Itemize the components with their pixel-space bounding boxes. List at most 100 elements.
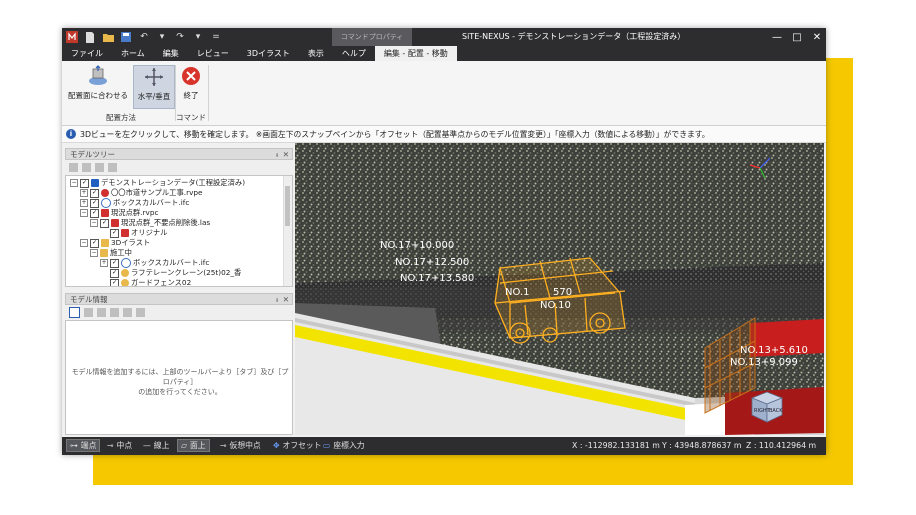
- tree-sort-icon[interactable]: [95, 163, 104, 172]
- new-file-icon[interactable]: [84, 31, 96, 43]
- fit-surface-button[interactable]: 配置面に合わせる: [68, 65, 128, 107]
- tree-checkbox[interactable]: ✓: [110, 268, 119, 278]
- tree-row[interactable]: + ✓ 〇〇市道サンプル工事.rvpe: [80, 188, 203, 198]
- fit-surface-icon: [89, 65, 107, 85]
- tree-row[interactable]: ✓ オリジナル: [110, 228, 167, 238]
- tree-row[interactable]: − ✓ 3Dイラスト: [80, 238, 150, 248]
- folder-icon: [100, 249, 108, 257]
- pin-icon[interactable]: ᵼ: [276, 295, 278, 304]
- horizontal-vertical-button[interactable]: 水平/垂直: [133, 65, 175, 109]
- cube-icon: [121, 229, 129, 237]
- collapse-icon[interactable]: −: [80, 239, 88, 247]
- tree-checkbox[interactable]: ✓: [80, 178, 89, 188]
- tab-file[interactable]: ファイル: [62, 46, 112, 61]
- tree-row[interactable]: − 施工中: [90, 248, 132, 258]
- midpoint-icon: ⊸: [107, 441, 114, 450]
- pin-icon[interactable]: ᵼ: [276, 150, 278, 159]
- snap-midpoint[interactable]: ⊸ 中点: [104, 439, 135, 452]
- pane-close-icon[interactable]: ✕: [283, 150, 289, 159]
- station-label: NO.10: [540, 300, 571, 311]
- tree-delete-icon[interactable]: [82, 163, 91, 172]
- tree-item-label: ガードフェンス02: [131, 278, 192, 287]
- snap-onsurface[interactable]: ▱ 面上: [177, 439, 210, 452]
- undo-dropdown-icon[interactable]: ▾: [156, 31, 168, 43]
- tree-row[interactable]: − ✓ デモンストレーションデータ(工程設定済み): [70, 178, 245, 188]
- model-info-pane: モデル情報を追加するには、上部のツールバーより［タブ］及び［プロパティ］ の追加…: [65, 320, 293, 435]
- exit-button[interactable]: 終了: [178, 65, 204, 107]
- add-tab-icon[interactable]: [69, 307, 80, 318]
- tree-folder-icon[interactable]: [69, 163, 78, 172]
- tab-edit[interactable]: 編集: [154, 46, 188, 61]
- model-info-title: モデル情報: [70, 295, 108, 304]
- open-folder-icon[interactable]: [102, 31, 114, 43]
- undo-icon[interactable]: ↶: [138, 31, 150, 43]
- delete-property-icon[interactable]: [136, 308, 145, 317]
- tree-row[interactable]: ✓ ラフテレーンクレーン(25t)02_香: [110, 268, 241, 278]
- minimize-icon[interactable]: —: [772, 32, 782, 43]
- tree-item-label: ラフテレーンクレーン(25t)02_香: [131, 268, 242, 277]
- tree-row[interactable]: − ✓ 現況点群_不要点削除後.las: [90, 218, 210, 228]
- snap-online[interactable]: — 線上: [140, 439, 172, 452]
- tree-row[interactable]: + ✓ ボックスカルバート.ifc: [100, 258, 209, 268]
- tree-checkbox[interactable]: ✓: [90, 208, 99, 218]
- model-icon: [121, 269, 129, 277]
- app-window: ↶ ▾ ↷ ▾ = コマンドプロパティ SiTE-NEXUS - デモンストレー…: [62, 28, 826, 455]
- tab-home[interactable]: ホーム: [112, 46, 154, 61]
- tab-view[interactable]: 表示: [299, 46, 333, 61]
- save-icon[interactable]: [120, 31, 132, 43]
- tab-help[interactable]: ヘルプ: [333, 46, 375, 61]
- tab-review[interactable]: レビュー: [188, 46, 238, 61]
- pane-close-icon[interactable]: ✕: [283, 295, 289, 304]
- tree-checkbox[interactable]: ✓: [90, 198, 99, 208]
- snap-virtual-midpoint[interactable]: ⊸ 仮想中点: [217, 439, 264, 452]
- edit-property-icon[interactable]: [123, 308, 132, 317]
- close-icon[interactable]: ✕: [812, 32, 822, 43]
- edit-tab-icon[interactable]: [84, 308, 93, 317]
- tree-checkbox[interactable]: ✓: [100, 218, 109, 228]
- maximize-icon[interactable]: □: [792, 32, 802, 43]
- tree-item-label: 施工中: [110, 248, 132, 257]
- exit-icon: [182, 67, 200, 85]
- tree-row[interactable]: + ✓ ボックスカルバート.ifc: [80, 198, 189, 208]
- tree-item-label: オリジナル: [131, 228, 168, 237]
- tree-checkbox[interactable]: ✓: [90, 238, 99, 248]
- coord-y: Y : 43948.878637 m: [662, 441, 742, 450]
- snap-endpoint[interactable]: ⊶ 端点: [66, 439, 101, 452]
- nav-cube[interactable]: RIGHT BACK: [748, 388, 786, 426]
- expand-icon[interactable]: +: [100, 259, 108, 267]
- nav-cube-back-label: BACK: [769, 408, 783, 414]
- expand-icon[interactable]: +: [80, 199, 88, 207]
- tree-checkbox[interactable]: ✓: [110, 278, 119, 286]
- tree-checkbox[interactable]: ✓: [110, 258, 119, 268]
- app-logo-icon[interactable]: [66, 31, 78, 43]
- customize-qat-icon[interactable]: =: [210, 31, 222, 43]
- model-tree-title: モデルツリー: [70, 150, 115, 159]
- snap-coordinate-input[interactable]: ▭ 座標入力: [320, 439, 368, 452]
- expand-icon[interactable]: +: [80, 189, 88, 197]
- collapse-icon[interactable]: −: [80, 209, 88, 217]
- tree-row[interactable]: − ✓ 現況点群.rvpc: [80, 208, 158, 218]
- tree-row[interactable]: ✓ ガードフェンス02: [110, 278, 192, 287]
- tree-checkbox[interactable]: ✓: [90, 188, 99, 198]
- tab-3d-illust[interactable]: 3Dイラスト: [238, 46, 299, 61]
- pane-controls: ᵼ ✕: [276, 149, 289, 161]
- scroll-thumb[interactable]: [285, 186, 290, 226]
- snap-label: 端点: [80, 441, 97, 450]
- tab-edit-place-move[interactable]: 編集 - 配置 - 移動: [374, 46, 457, 61]
- tree-checkbox[interactable]: ✓: [110, 228, 119, 238]
- scene-render: NO.17+10.000 NO.17+12.500 NO.17+13.580 N…: [295, 143, 824, 435]
- tree-scrollbar[interactable]: [283, 176, 292, 286]
- redo-icon[interactable]: ↷: [174, 31, 186, 43]
- collapse-icon[interactable]: −: [70, 179, 78, 187]
- collapse-icon[interactable]: −: [90, 249, 98, 257]
- 3d-viewport[interactable]: NO.17+10.000 NO.17+12.500 NO.17+13.580 N…: [295, 143, 824, 435]
- coordinate-input-icon: ▭: [323, 441, 331, 450]
- delete-tab-icon[interactable]: [97, 308, 106, 317]
- snap-offset[interactable]: ✥ オフセット: [270, 439, 325, 452]
- model-info-header: モデル情報 ᵼ ✕: [65, 293, 293, 305]
- redo-dropdown-icon[interactable]: ▾: [192, 31, 204, 43]
- collapse-icon[interactable]: −: [90, 219, 98, 227]
- tree-sort-desc-icon[interactable]: [108, 163, 117, 172]
- las-icon: [111, 219, 119, 227]
- add-property-icon[interactable]: [110, 308, 119, 317]
